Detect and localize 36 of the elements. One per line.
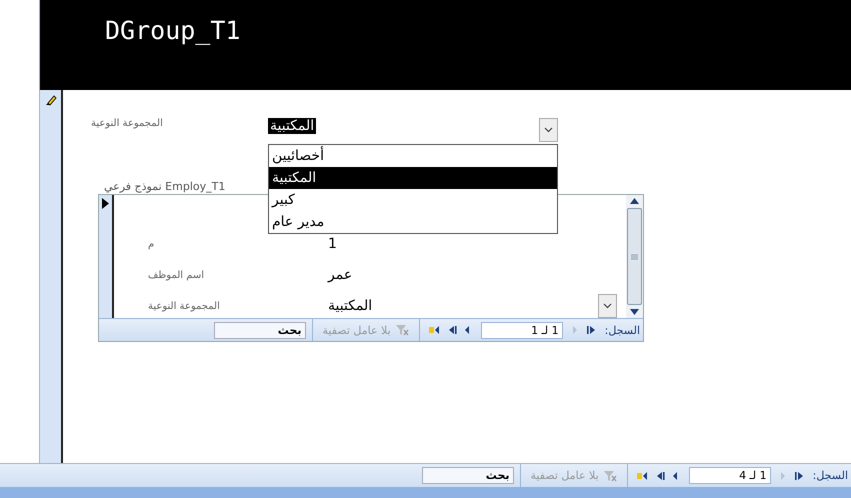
vertical-scrollbar[interactable] <box>626 195 643 318</box>
record-label: السجل: <box>604 324 640 336</box>
dropdown-option[interactable]: مدير عام <box>269 211 557 233</box>
field-label: المجموعة النوعية <box>91 118 164 131</box>
grip-icon <box>631 254 638 260</box>
record-selector[interactable] <box>99 195 114 318</box>
current-record-icon <box>102 198 109 209</box>
new-record-icon <box>636 470 649 480</box>
chevron-down-icon <box>544 127 553 133</box>
form-title: DGroup_T1 <box>105 16 240 45</box>
field-label: المجموعة النوعية <box>148 300 221 312</box>
chevron-down-icon <box>603 303 612 309</box>
record-position-field[interactable]: 1 لـ 1 <box>480 322 563 338</box>
record-label: السجل: <box>812 469 848 482</box>
field-value[interactable]: عمر <box>328 267 626 283</box>
subform-label: نموذج فرعي Employ_T1 <box>104 180 226 193</box>
search-field[interactable]: بحث <box>214 322 306 338</box>
dropdown-option[interactable]: المكتبية <box>269 167 557 189</box>
pencil-icon <box>44 94 56 106</box>
search-field[interactable]: بحث <box>422 467 514 484</box>
new-record-icon <box>428 325 441 335</box>
dropdown-button[interactable] <box>598 294 617 318</box>
field-label: م <box>148 238 156 250</box>
dropdown-option[interactable]: أخصائيين <box>269 145 557 167</box>
field-value[interactable]: المكتبية <box>328 298 598 314</box>
record-selector[interactable] <box>40 90 63 463</box>
field-label: اسم الموظف <box>148 270 206 280</box>
combo-value[interactable]: المكتبية <box>268 118 316 134</box>
funnel-icon <box>602 470 617 482</box>
scroll-down-icon[interactable] <box>630 309 639 315</box>
field-value[interactable]: 1 <box>328 236 626 252</box>
scroll-up-icon[interactable] <box>630 198 639 204</box>
dropdown-button[interactable] <box>539 118 558 142</box>
funnel-icon <box>394 324 409 336</box>
record-position-field[interactable]: 1 لـ 4 <box>688 467 771 484</box>
dropdown-option[interactable]: كبير <box>269 189 557 211</box>
